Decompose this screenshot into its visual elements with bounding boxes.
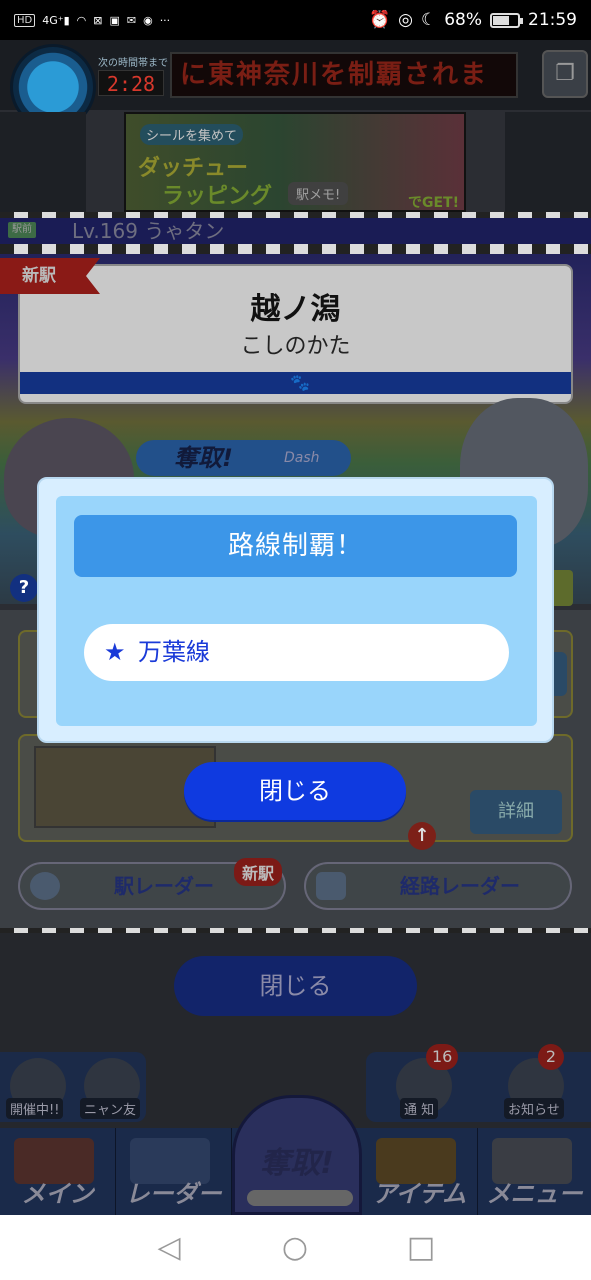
moon-icon: ☾ bbox=[420, 10, 437, 30]
location-icon: ◎ bbox=[398, 10, 413, 30]
status-indicators: HD 4G⁺▮ ◠ ⊠ ▣ ✉ ◉ ··· bbox=[14, 13, 171, 27]
star-icon: ★ bbox=[104, 638, 126, 666]
close-button[interactable]: 閉じる bbox=[184, 762, 406, 820]
dialog-body: 路線制覇！ ★ 万葉線 bbox=[56, 496, 537, 726]
route-item: ★ 万葉線 bbox=[84, 624, 509, 681]
clock: 21:59 bbox=[528, 10, 577, 30]
battery-fill bbox=[493, 15, 510, 25]
wifi-icon: ◠ bbox=[76, 13, 87, 27]
battery-icon bbox=[490, 12, 523, 28]
back-icon[interactable]: ◁ bbox=[144, 1215, 194, 1280]
status-bar: HD 4G⁺▮ ◠ ⊠ ▣ ✉ ◉ ··· ⏰ ◎ ☾ 68% 21:59 bbox=[0, 0, 591, 40]
alarm-icon: ⏰ bbox=[368, 10, 391, 30]
alert-icon: ▣ bbox=[109, 13, 120, 27]
recents-icon[interactable]: □ bbox=[396, 1215, 446, 1280]
route-name: 万葉線 bbox=[138, 638, 210, 666]
route-conquest-dialog: 路線制覇！ ★ 万葉線 bbox=[37, 477, 554, 743]
system-nav-bar: ◁ ○ □ bbox=[0, 1215, 591, 1280]
notification-icon: ⊠ bbox=[93, 13, 103, 27]
chat-icon: ◉ bbox=[143, 13, 153, 27]
more-icon: ··· bbox=[159, 13, 171, 27]
network-icon: 4G⁺▮ bbox=[42, 13, 70, 27]
battery-percent: 68% bbox=[444, 10, 482, 30]
dialog-title: 路線制覇！ bbox=[74, 515, 517, 577]
hd-indicator: HD bbox=[14, 13, 36, 27]
home-icon[interactable]: ○ bbox=[270, 1215, 320, 1280]
mail-icon: ✉ bbox=[126, 13, 137, 27]
